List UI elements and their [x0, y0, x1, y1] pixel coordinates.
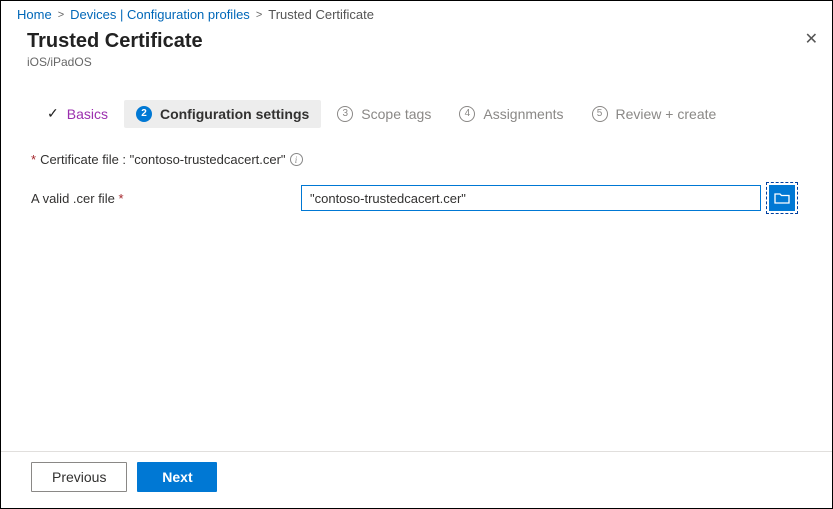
page-title: Trusted Certificate [27, 30, 816, 53]
close-icon: ✕ [805, 31, 818, 48]
step-number-icon: 2 [136, 106, 152, 122]
required-marker: * [31, 152, 36, 167]
chevron-right-icon: > [256, 9, 262, 21]
info-icon[interactable]: i [290, 153, 303, 166]
step-number-icon: 3 [337, 106, 353, 122]
step-label: Assignments [483, 106, 563, 122]
folder-icon [774, 191, 790, 205]
step-label: Configuration settings [160, 106, 309, 122]
check-icon: ✓ [47, 105, 59, 122]
browse-file-button[interactable] [769, 185, 795, 211]
form-content: * Certificate file : "contoso-trustedcac… [1, 138, 832, 451]
cer-file-input[interactable] [301, 185, 761, 211]
step-label: Basics [67, 106, 108, 122]
certificate-file-row: * Certificate file : "contoso-trustedcac… [31, 152, 802, 167]
valid-cer-row: A valid .cer file * [31, 185, 802, 211]
valid-cer-label: A valid .cer file * [31, 191, 301, 206]
breadcrumb-current: Trusted Certificate [268, 7, 374, 22]
step-scope-tags[interactable]: 3 Scope tags [325, 100, 443, 128]
next-button[interactable]: Next [137, 462, 217, 492]
certificate-file-label: Certificate file : "contoso-trustedcacer… [40, 152, 286, 167]
app-frame: Home > Devices | Configuration profiles … [0, 0, 833, 509]
step-label: Review + create [616, 106, 717, 122]
step-number-icon: 5 [592, 106, 608, 122]
step-label: Scope tags [361, 106, 431, 122]
previous-button[interactable]: Previous [31, 462, 127, 492]
step-basics[interactable]: ✓ Basics [35, 99, 120, 128]
required-marker: * [118, 191, 123, 206]
step-number-icon: 4 [459, 106, 475, 122]
step-review-create[interactable]: 5 Review + create [580, 100, 729, 128]
wizard-footer: Previous Next [1, 451, 832, 508]
close-button[interactable]: ✕ [805, 32, 818, 48]
page-subtitle: iOS/iPadOS [27, 55, 816, 69]
breadcrumb: Home > Devices | Configuration profiles … [1, 1, 832, 26]
chevron-right-icon: > [58, 9, 64, 21]
breadcrumb-home[interactable]: Home [17, 7, 52, 22]
step-configuration-settings[interactable]: 2 Configuration settings [124, 100, 321, 128]
wizard-steps: ✓ Basics 2 Configuration settings 3 Scop… [1, 75, 832, 138]
breadcrumb-devices[interactable]: Devices | Configuration profiles [70, 7, 250, 22]
page-header: Trusted Certificate iOS/iPadOS ✕ [1, 26, 832, 75]
step-assignments[interactable]: 4 Assignments [447, 100, 575, 128]
